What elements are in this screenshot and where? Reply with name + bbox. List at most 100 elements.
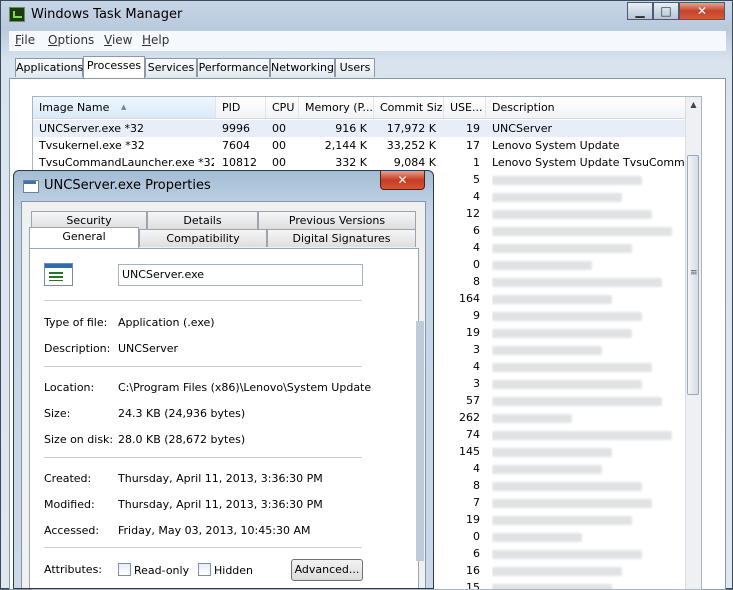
cell-user: 262 bbox=[446, 409, 480, 426]
cell-description: UNCServer bbox=[492, 120, 688, 137]
tab-services[interactable]: Services bbox=[145, 58, 197, 77]
cell-cpu: 00 bbox=[272, 154, 296, 171]
task-manager-app-icon bbox=[9, 7, 25, 22]
location-value: C:\Program Files (x86)\Lenovo\System Upd… bbox=[118, 381, 371, 394]
redacted-text bbox=[492, 431, 672, 440]
cell-description-obscured bbox=[492, 443, 688, 460]
description-label: Description: bbox=[44, 342, 110, 355]
cell-user: 5 bbox=[446, 171, 480, 188]
redacted-text bbox=[492, 278, 662, 287]
redacted-text bbox=[492, 329, 632, 338]
redacted-text bbox=[492, 261, 592, 270]
cell-user: 19 bbox=[446, 324, 480, 341]
cell-description-obscured bbox=[492, 324, 688, 341]
cell-memory: 332 K bbox=[301, 154, 367, 171]
dialog-close-button[interactable]: ✕ bbox=[380, 171, 425, 190]
redacted-text bbox=[492, 516, 632, 525]
file-name-field[interactable]: UNCServer.exe bbox=[118, 264, 363, 286]
tab-previous-versions[interactable]: Previous Versions bbox=[258, 211, 416, 229]
redacted-text bbox=[492, 482, 642, 491]
tab-compatibility[interactable]: Compatibility bbox=[139, 229, 267, 247]
table-row[interactable]: Tvsukernel.exe *327604002,144 K33,252 K1… bbox=[33, 137, 688, 154]
cell-user: 4 bbox=[446, 460, 480, 477]
advanced-button[interactable]: Advanced... bbox=[291, 559, 363, 581]
cell-description-obscured bbox=[492, 426, 688, 443]
redacted-text bbox=[492, 584, 612, 590]
cell-memory: 2,144 K bbox=[301, 137, 367, 154]
size-value: 24.3 KB (24,936 bytes) bbox=[118, 407, 245, 420]
cell-description-obscured bbox=[492, 307, 688, 324]
tab-details[interactable]: Details bbox=[147, 211, 258, 229]
cell-user: 3 bbox=[446, 375, 480, 392]
tab-networking[interactable]: Networking bbox=[270, 58, 335, 77]
tab-general[interactable]: General bbox=[29, 227, 139, 248]
table-row[interactable]: UNCServer.exe *32999600916 K17,972 K19UN… bbox=[33, 120, 688, 137]
column-cpu[interactable]: CPU bbox=[266, 97, 299, 118]
cell-description: Lenovo System Update bbox=[492, 137, 688, 154]
tab-performance[interactable]: Performance bbox=[197, 58, 270, 77]
redacted-text bbox=[492, 414, 572, 423]
menu-file[interactable]: File bbox=[15, 33, 35, 47]
cell-user: 8 bbox=[446, 477, 480, 494]
column-description[interactable]: Description bbox=[486, 97, 688, 118]
modified-value: Thursday, April 11, 2013, 3:36:30 PM bbox=[118, 498, 323, 511]
window-title: Windows Task Manager bbox=[31, 7, 182, 22]
redacted-text bbox=[492, 210, 652, 219]
menu-options[interactable]: Options bbox=[48, 33, 94, 47]
size-label: Size: bbox=[44, 407, 70, 420]
redacted-text bbox=[492, 533, 582, 542]
cell-description-obscured bbox=[492, 579, 688, 590]
hidden-checkbox[interactable] bbox=[198, 563, 211, 576]
cell-user: 16 bbox=[446, 562, 480, 579]
background-scrollbar-strip bbox=[416, 321, 424, 561]
cell-description: Lenovo System Update TvsuCommandLa bbox=[492, 154, 688, 171]
cell-description-obscured bbox=[492, 392, 688, 409]
close-button[interactable]: ✕ bbox=[679, 2, 725, 20]
read-only-checkbox[interactable] bbox=[118, 563, 131, 576]
cell-description-obscured bbox=[492, 222, 688, 239]
column-image-name[interactable]: Image Name▲ bbox=[33, 97, 216, 118]
cell-description-obscured bbox=[492, 341, 688, 358]
redacted-text bbox=[492, 227, 672, 236]
cell-user: 19 bbox=[446, 511, 480, 528]
cell-user: 9 bbox=[446, 307, 480, 324]
column-pid[interactable]: PID bbox=[216, 97, 266, 118]
maximize-button[interactable]: □ bbox=[653, 2, 679, 20]
tab-digital-signatures[interactable]: Digital Signatures bbox=[267, 229, 416, 247]
minimize-button[interactable]: ▁ bbox=[627, 2, 653, 20]
dialog-title: UNCServer.exe Properties bbox=[44, 178, 211, 193]
scroll-thumb[interactable]: ≡ bbox=[687, 155, 699, 395]
column-memory[interactable]: Memory (P... bbox=[299, 97, 374, 118]
redacted-text bbox=[492, 380, 642, 389]
general-page: UNCServer.exe Type of file: Application … bbox=[29, 248, 419, 589]
cell-pid: 7604 bbox=[222, 137, 262, 154]
table-row[interactable]: TvsuCommandLauncher.exe *321081200332 K9… bbox=[33, 154, 688, 171]
type-value: Application (.exe) bbox=[118, 316, 215, 329]
cell-name: UNCServer.exe *32 bbox=[39, 120, 214, 137]
menu-help[interactable]: Help bbox=[142, 33, 169, 47]
cell-description-obscured bbox=[492, 171, 688, 188]
cell-commit: 33,252 K bbox=[376, 137, 436, 154]
cell-user: 57 bbox=[446, 392, 480, 409]
tab-users[interactable]: Users bbox=[335, 58, 375, 77]
type-label: Type of file: bbox=[44, 316, 107, 329]
cell-user: 7 bbox=[446, 494, 480, 511]
cell-user: 4 bbox=[446, 188, 480, 205]
accessed-label: Accessed: bbox=[44, 524, 99, 537]
cell-user: 4 bbox=[446, 239, 480, 256]
scroll-up-icon[interactable]: ▲ bbox=[686, 97, 701, 112]
application-file-icon bbox=[44, 263, 73, 286]
column-user-objects[interactable]: USE... bbox=[444, 97, 486, 118]
tab-applications[interactable]: Applications bbox=[15, 58, 83, 77]
tab-processes[interactable]: Processes bbox=[83, 56, 145, 78]
column-commit-size[interactable]: Commit Size bbox=[374, 97, 444, 118]
separator bbox=[44, 457, 362, 458]
created-value: Thursday, April 11, 2013, 3:36:30 PM bbox=[118, 472, 323, 485]
menu-view[interactable]: View bbox=[104, 33, 132, 47]
process-list-scrollbar[interactable]: ▲ ≡ bbox=[685, 97, 701, 589]
cell-description-obscured bbox=[492, 205, 688, 222]
created-label: Created: bbox=[44, 472, 91, 485]
cell-user: 8 bbox=[446, 273, 480, 290]
location-label: Location: bbox=[44, 381, 94, 394]
accessed-value: Friday, May 03, 2013, 10:45:30 AM bbox=[118, 524, 310, 537]
